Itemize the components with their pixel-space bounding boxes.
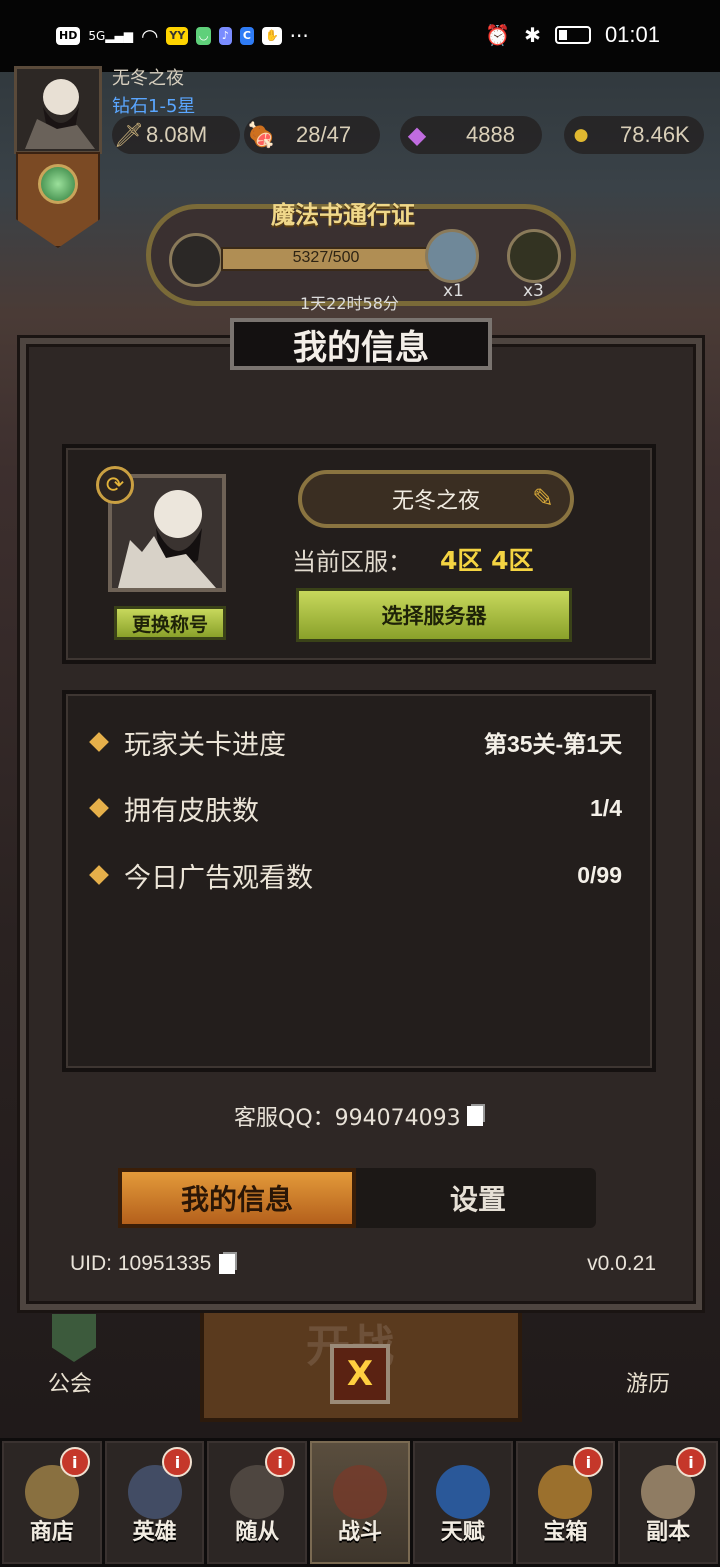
- guild-icon[interactable]: [52, 1314, 96, 1362]
- nav-label: 随从: [235, 1520, 280, 1545]
- app-cat-icon: ◡: [196, 27, 211, 45]
- power-stat: 🗡 8.08M: [112, 116, 240, 154]
- nav-shop[interactable]: i 商店: [2, 1441, 102, 1564]
- pass-timer: 1天22时58分: [300, 294, 399, 313]
- app-c-icon: C: [239, 27, 254, 45]
- status-icons-left: HD 5G▂▄▆ ◠ YY ◡ ♪ C ✋ ···: [56, 24, 309, 48]
- stat-row: 玩家关卡进度 第35关-第1天: [89, 722, 622, 762]
- clock: 01:01: [604, 22, 660, 47]
- gold-value: 78.46K: [620, 122, 690, 147]
- gems-value: 4888: [466, 122, 515, 147]
- bluetooth-icon: ✱: [524, 23, 541, 47]
- status-icons-right: ⏰ ✱ 01:01: [485, 22, 660, 48]
- info-badge: i: [162, 1447, 193, 1477]
- tab-my-info[interactable]: 我的信息: [118, 1168, 356, 1228]
- app-yy-icon: YY: [166, 27, 189, 45]
- emblem-icon: [38, 164, 78, 204]
- shield-arrow-icon: [435, 1465, 490, 1519]
- copy-uid-icon[interactable]: [219, 1254, 236, 1274]
- stat-label: 拥有皮肤数: [124, 795, 259, 827]
- server-value: 4区 4区: [440, 546, 534, 575]
- tab-settings[interactable]: 设置: [360, 1168, 596, 1228]
- reward2-count: x3: [523, 281, 544, 301]
- travel-label[interactable]: 游历: [626, 1366, 670, 1398]
- gold-coin-icon: ●: [571, 118, 591, 151]
- guild-label[interactable]: 公会: [48, 1366, 92, 1398]
- diamond-bullet-icon: [89, 798, 109, 818]
- info-badge: i: [59, 1447, 90, 1477]
- stat-row: 今日广告观看数 0/99: [89, 855, 622, 895]
- player-name-value: 无冬之夜: [391, 489, 480, 514]
- cell-signal-icon: 5G▂▄▆: [88, 29, 133, 43]
- nav-label: 宝箱: [543, 1520, 588, 1545]
- stat-label: 玩家关卡进度: [124, 729, 286, 761]
- reward1-count: x1: [443, 281, 464, 301]
- nav-battle[interactable]: 战斗: [310, 1441, 410, 1564]
- skull-reward-icon[interactable]: [507, 229, 561, 283]
- nav-label: 天赋: [440, 1520, 485, 1545]
- stat-value: 0/99: [577, 861, 622, 888]
- stamina-value: 28/47: [296, 122, 352, 147]
- status-bar: HD 5G▂▄▆ ◠ YY ◡ ♪ C ✋ ··· ⏰ ✱ 01:01: [0, 0, 720, 72]
- nav-label: 战斗: [338, 1520, 383, 1545]
- uid: UID: 10951335: [70, 1252, 236, 1276]
- hd-icon: HD: [56, 27, 81, 45]
- battery-icon: [554, 26, 591, 44]
- stamina-stat[interactable]: 🍖 28/47: [244, 116, 380, 154]
- nav-minions[interactable]: i 随从: [207, 1441, 308, 1564]
- nav-label: 商店: [29, 1520, 74, 1545]
- gold-stat[interactable]: ● 78.46K: [564, 116, 704, 154]
- pass-progress-text: 5327/500: [292, 249, 360, 266]
- copy-qq-icon[interactable]: [466, 1106, 483, 1126]
- nav-talent[interactable]: 天赋: [412, 1441, 513, 1564]
- bearded-warrior-icon: [25, 79, 95, 149]
- edit-name-icon[interactable]: ✎: [526, 482, 560, 516]
- info-badge: i: [573, 1447, 604, 1477]
- select-server-button[interactable]: 选择服务器: [296, 588, 572, 642]
- alarm-icon: ⏰: [485, 23, 511, 47]
- info-badge: i: [676, 1447, 707, 1477]
- diamond-bullet-icon: [89, 865, 109, 885]
- swap-avatar-icon[interactable]: ⟳: [96, 466, 134, 504]
- player-name: 无冬之夜: [112, 68, 184, 89]
- bottom-nav: i 商店 i 英雄 i 随从 战斗 天赋 i 宝箱 i 副本: [0, 1438, 720, 1567]
- stat-label: 今日广告观看数: [124, 862, 313, 894]
- version: v0.0.21: [587, 1252, 656, 1275]
- stat-value: 第35关-第1天: [483, 731, 622, 757]
- power-value: 8.08M: [146, 122, 208, 147]
- music-app-icon: ♪: [218, 27, 232, 45]
- support-qq-text: 客服QQ：994074093: [234, 1106, 461, 1131]
- server-label: 当前区服：: [292, 548, 412, 576]
- nav-label: 英雄: [132, 1520, 177, 1545]
- pass-title: 魔法书通行证: [271, 201, 415, 229]
- wifi-icon: ◠: [140, 24, 159, 48]
- nav-chest[interactable]: i 宝箱: [515, 1441, 616, 1564]
- change-title-button[interactable]: 更换称号: [114, 606, 226, 640]
- close-dialog-button[interactable]: X: [330, 1344, 390, 1404]
- stat-value: 1/4: [590, 794, 622, 821]
- gem-icon: ◆: [407, 121, 427, 149]
- chest-reward-icon[interactable]: [425, 229, 479, 283]
- dialog-title-plate: 我的信息: [230, 318, 492, 370]
- info-badge: i: [265, 1447, 296, 1477]
- book-icon: [169, 233, 223, 287]
- diamond-bullet-icon: [89, 732, 109, 752]
- crossed-swords-icon: [333, 1465, 388, 1519]
- stat-row: 拥有皮肤数 1/4: [89, 788, 622, 828]
- player-rank: 钻石1-5星: [112, 96, 196, 117]
- dialog-title: 我的信息: [293, 327, 429, 368]
- guild-banner[interactable]: [16, 152, 100, 248]
- support-qq: 客服QQ：994074093: [234, 1100, 483, 1132]
- gems-stat[interactable]: ◆ 4888: [400, 116, 542, 154]
- more-icon: ···: [289, 24, 309, 48]
- player-avatar[interactable]: [14, 66, 102, 154]
- meat-icon: 🍖: [246, 121, 276, 149]
- nav-dungeon[interactable]: i 副本: [618, 1441, 719, 1564]
- hand-icon: ✋: [261, 27, 282, 45]
- uid-text: UID: 10951335: [70, 1252, 212, 1275]
- sword-icon: 🗡: [113, 121, 145, 149]
- nav-heroes[interactable]: i 英雄: [104, 1441, 205, 1564]
- nav-label: 副本: [646, 1520, 691, 1545]
